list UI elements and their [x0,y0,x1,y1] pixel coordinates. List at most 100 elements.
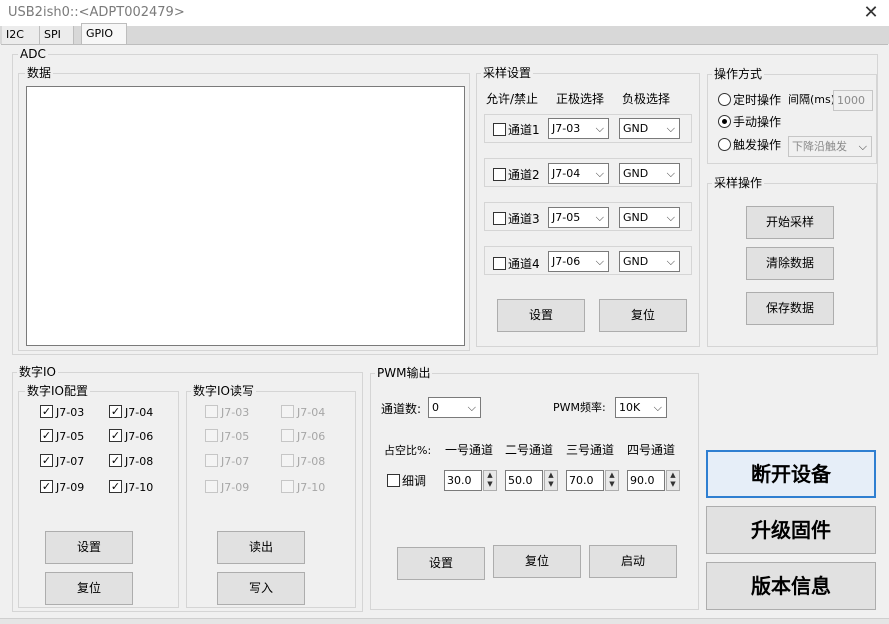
io-config-checkbox[interactable]: ✓ [40,405,53,418]
io-config-checkbox[interactable]: ✓ [109,480,122,493]
trigger-radio[interactable] [718,138,731,151]
trigger-select[interactable]: 下降沿触发 ⌵ [788,136,872,157]
io-rw-pin-label: J7-06 [297,430,326,443]
channel-enable-checkbox[interactable] [493,212,506,225]
duty-input[interactable]: 70.0 [566,470,604,491]
io-rw-checkbox[interactable] [205,405,218,418]
tab-i2c[interactable]: I2C [2,26,40,44]
tab-spi[interactable]: SPI [40,26,74,44]
negative-select[interactable]: GND ⌵ [619,118,680,139]
channel-enable-checkbox[interactable] [493,257,506,270]
close-icon[interactable]: ✕ [860,2,882,24]
channel-name: 通道1 [508,123,540,137]
negative-select-value: GND [623,122,649,135]
pwm-frequency-label: PWM频率: [553,401,606,414]
fine-tune-checkbox[interactable] [387,474,400,487]
io-read-button[interactable]: 读出 [217,531,305,564]
io-config-pin-label: J7-06 [125,430,154,443]
io-rw-checkbox[interactable] [281,480,294,493]
io-config-checkbox[interactable]: ✓ [40,480,53,493]
pwm-channels-value: 0 [432,401,439,414]
positive-select[interactable]: J7-06 ⌵ [548,251,609,272]
save-data-button[interactable]: 保存数据 [746,292,834,325]
io-write-button[interactable]: 写入 [217,572,305,605]
digital-io-label: 数字IO [17,365,58,379]
tab-gpio[interactable]: GPIO [81,23,127,44]
channel-enable-checkbox[interactable] [493,123,506,136]
trigger-label: 触发操作 [733,138,782,152]
spinner-buttons[interactable]: ▲ ▼ [483,470,497,491]
spinner-buttons[interactable]: ▲ ▼ [544,470,558,491]
interval-input[interactable]: 1000 [833,90,873,111]
io-config-checkbox[interactable]: ✓ [109,429,122,442]
pwm-set-button[interactable]: 设置 [397,547,485,580]
duty-input[interactable]: 30.0 [444,470,482,491]
positive-select[interactable]: J7-05 ⌵ [548,207,609,228]
duty-input[interactable]: 50.0 [505,470,543,491]
disconnect-device-button[interactable]: 断开设备 [706,450,876,498]
sampling-reset-button[interactable]: 复位 [599,299,687,332]
channel-enable-checkbox[interactable] [493,168,506,181]
duty-input[interactable]: 90.0 [627,470,665,491]
start-sampling-button[interactable]: 开始采样 [746,206,834,239]
io-config-pin-label: J7-05 [56,430,85,443]
positive-select[interactable]: J7-03 ⌵ [548,118,609,139]
chevron-down-icon: ⌵ [666,122,675,135]
io-config-checkbox[interactable]: ✓ [40,429,53,442]
io-rw-checkbox[interactable] [205,429,218,442]
io-config-reset-button[interactable]: 复位 [45,572,133,605]
sampling-set-button[interactable]: 设置 [497,299,585,332]
io-rw-checkbox[interactable] [205,480,218,493]
io-rw-pin-label: J7-03 [221,406,250,419]
chevron-up-icon[interactable]: ▲ [606,471,618,480]
chevron-down-icon[interactable]: ▼ [606,480,618,489]
io-rw-checkbox[interactable] [205,454,218,467]
pwm-reset-button[interactable]: 复位 [493,545,581,578]
pwm-frequency-select[interactable]: 10K ⌵ [615,397,667,418]
spinner-buttons[interactable]: ▲ ▼ [605,470,619,491]
negative-select[interactable]: GND ⌵ [619,163,680,184]
data-textarea[interactable] [26,86,465,346]
pwm-channels-select[interactable]: 0 ⌵ [428,397,481,418]
positive-select-value: J7-03 [552,122,581,135]
io-config-checkbox[interactable]: ✓ [40,454,53,467]
clear-data-button[interactable]: 清除数据 [746,247,834,280]
chevron-up-icon[interactable]: ▲ [545,471,557,480]
chevron-down-icon[interactable]: ▼ [484,480,496,489]
negative-select[interactable]: GND ⌵ [619,207,680,228]
data-group-label: 数据 [25,66,54,80]
io-config-checkbox[interactable]: ✓ [109,405,122,418]
chevron-down-icon: ⌵ [666,167,675,180]
io-config-checkbox[interactable]: ✓ [109,454,122,467]
pwm-ch3-label: 三号通道 [566,443,615,457]
chevron-down-icon: ⌵ [467,401,476,414]
timed-label: 定时操作 [733,93,782,107]
io-config-pin-label: J7-03 [56,406,85,419]
negative-select-value: GND [623,255,649,268]
spinner-buttons[interactable]: ▲ ▼ [666,470,680,491]
chevron-up-icon[interactable]: ▲ [484,471,496,480]
timed-radio[interactable] [718,93,731,106]
chevron-up-icon[interactable]: ▲ [667,471,679,480]
negative-select[interactable]: GND ⌵ [619,251,680,272]
chevron-down-icon[interactable]: ▼ [545,480,557,489]
io-rw-label: 数字IO读写 [191,384,256,398]
positive-select[interactable]: J7-04 ⌵ [548,163,609,184]
version-info-button[interactable]: 版本信息 [706,562,876,610]
io-rw-pin-label: J7-09 [221,481,250,494]
io-rw-checkbox[interactable] [281,429,294,442]
pwm-frequency-value: 10K [619,401,641,414]
sampling-settings-label: 采样设置 [481,66,534,80]
pwm-start-button[interactable]: 启动 [589,545,677,578]
io-rw-checkbox[interactable] [281,454,294,467]
chevron-down-icon[interactable]: ▼ [667,480,679,489]
io-config-set-button[interactable]: 设置 [45,531,133,564]
manual-radio[interactable] [718,115,731,128]
upgrade-firmware-button[interactable]: 升级固件 [706,506,876,554]
io-rw-checkbox[interactable] [281,405,294,418]
io-rw-pin-label: J7-10 [297,481,326,494]
channel-name: 通道3 [508,212,540,226]
io-rw-pin-label: J7-08 [297,455,326,468]
io-config-pin-label: J7-10 [125,481,154,494]
io-rw-pin-label: J7-04 [297,406,326,419]
